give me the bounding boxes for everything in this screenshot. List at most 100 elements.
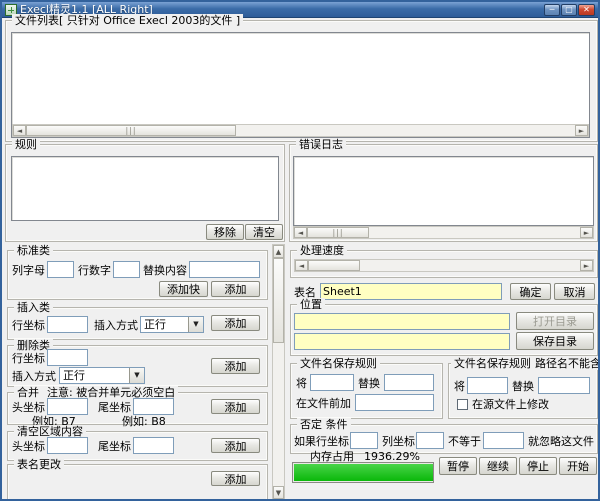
filename-rule-label: 文件名保存规则 — [297, 357, 380, 370]
left-panel-vscrollbar[interactable]: ▲ ▼ — [272, 244, 285, 500]
insert-mode-value: 正行 — [144, 318, 166, 332]
negative-condition-label: 否定 条件 — [297, 418, 351, 431]
delete-mode-select[interactable]: 正行 ▼ — [59, 367, 145, 384]
error-log-box[interactable] — [293, 156, 594, 226]
chevron-down-icon[interactable]: ▼ — [188, 317, 203, 332]
slider-thumb[interactable] — [308, 260, 360, 271]
rules-label: 规则 — [12, 138, 40, 151]
merge-tail-label: 尾坐标 — [98, 401, 131, 414]
open-dir-button[interactable]: 打开目录 — [516, 312, 594, 330]
app-window: Execl精灵1.1 [ALL Right] ─ ▢ ✕ 文件列表[ 只针对 O… — [0, 0, 600, 501]
col-coord-label: 列坐标 — [382, 435, 415, 448]
filename-replace-label: 替换 — [358, 377, 380, 390]
scroll-up-icon[interactable]: ▲ — [273, 245, 284, 258]
cancel-button[interactable]: 取消 — [554, 283, 595, 300]
not-equal-input[interactable] — [483, 432, 524, 449]
path-replace-label: 替换 — [512, 380, 534, 393]
minimize-icon[interactable]: ─ — [544, 4, 560, 16]
insert-add-button[interactable]: 添加 — [211, 315, 260, 331]
if-row-coord-label: 如果行坐标 — [294, 435, 349, 448]
replace-content-input[interactable] — [189, 261, 260, 278]
path-replace-input[interactable] — [538, 377, 590, 394]
not-equal-label: 不等于 — [448, 435, 481, 448]
save-dir-button[interactable]: 保存目录 — [516, 332, 594, 350]
scrollbar-thumb[interactable] — [273, 258, 284, 343]
delete-mode-value: 正行 — [63, 369, 85, 383]
scroll-down-icon[interactable]: ▼ — [273, 486, 284, 499]
scroll-right-icon[interactable]: ► — [580, 260, 593, 271]
error-log-hscrollbar[interactable]: ◄ ||| ► — [293, 226, 594, 239]
scrollbar-thumb[interactable]: ||| — [26, 125, 236, 136]
speed-slider[interactable]: ◄ ► — [294, 259, 594, 272]
speed-label: 处理速度 — [297, 244, 347, 257]
save-path-input[interactable] — [294, 333, 510, 350]
chevron-down-icon[interactable]: ▼ — [129, 368, 144, 383]
thumb-grip-icon: ||| — [332, 228, 343, 237]
modify-source-label: 在源文件上修改 — [472, 398, 549, 411]
clear-area-tail-input[interactable] — [133, 437, 174, 454]
close-icon[interactable]: ✕ — [578, 4, 595, 16]
delete-add-button[interactable]: 添加 — [211, 358, 260, 374]
file-list-box[interactable] — [11, 32, 590, 138]
path-from-label: 将 — [454, 380, 465, 393]
col-coord-input[interactable] — [416, 432, 444, 449]
merge-add-button[interactable]: 添加 — [211, 399, 260, 414]
error-log-label: 错误日志 — [296, 138, 346, 151]
clear-area-add-button[interactable]: 添加 — [211, 438, 260, 453]
open-path-input[interactable] — [294, 313, 510, 330]
scrollbar-thumb[interactable]: ||| — [307, 227, 369, 238]
path-rule-note: 路径名不能含有 — [535, 357, 600, 370]
clear-area-head-label: 头坐标 — [12, 440, 45, 453]
insert-label: 插入类 — [14, 301, 53, 314]
memory-progress-bar — [292, 462, 434, 483]
pause-button[interactable]: 暂停 — [439, 457, 477, 475]
start-button[interactable]: 开始 — [559, 457, 597, 475]
sheet-rename-add-button[interactable]: 添加 — [211, 471, 260, 486]
path-rule-label: 文件名保存规则 — [454, 357, 531, 370]
scroll-right-icon[interactable]: ► — [580, 227, 593, 238]
delete-row-coord-input[interactable] — [47, 349, 88, 366]
continue-button[interactable]: 继续 — [479, 457, 517, 475]
insert-mode-select[interactable]: 正行 ▼ — [140, 316, 204, 333]
scroll-left-icon[interactable]: ◄ — [294, 227, 307, 238]
if-row-coord-input[interactable] — [350, 432, 378, 449]
delete-row-coord-label: 行坐标 — [12, 352, 45, 365]
scroll-left-icon[interactable]: ◄ — [295, 260, 308, 271]
location-label: 位置 — [297, 298, 325, 311]
rules-remove-button[interactable]: 移除 — [206, 224, 244, 240]
path-from-input[interactable] — [467, 377, 508, 394]
scroll-right-icon[interactable]: ► — [575, 125, 588, 136]
merge-head-input[interactable] — [47, 398, 88, 415]
maximize-icon[interactable]: ▢ — [561, 4, 577, 16]
filename-replace-input[interactable] — [384, 374, 434, 391]
file-list-label: 文件列表[ 只针对 Office Execl 2003的文件 ] — [12, 14, 243, 27]
standard-add-button[interactable]: 添加 — [211, 281, 260, 297]
rules-clear-button[interactable]: 清空 — [245, 224, 283, 240]
insert-mode-label: 插入方式 — [94, 319, 138, 332]
delete-mode-label: 插入方式 — [12, 370, 56, 383]
clear-area-head-input[interactable] — [47, 437, 88, 454]
replace-content-label: 替换内容 — [143, 264, 187, 277]
modify-source-checkbox[interactable] — [457, 399, 468, 410]
clear-area-tail-label: 尾坐标 — [98, 440, 131, 453]
standard-add-quick-button[interactable]: 添加快 — [159, 281, 208, 297]
scroll-left-icon[interactable]: ◄ — [13, 125, 26, 136]
stop-button[interactable]: 停止 — [519, 457, 557, 475]
file-list-hscrollbar[interactable]: ◄ ||| ► — [12, 124, 589, 137]
ok-button[interactable]: 确定 — [510, 283, 551, 300]
progress-fill — [294, 464, 433, 481]
insert-row-coord-input[interactable] — [47, 316, 88, 333]
filename-prefix-input[interactable] — [355, 394, 434, 411]
row-number-input[interactable] — [113, 261, 140, 278]
merge-head-label: 头坐标 — [12, 401, 45, 414]
merge-tail-input[interactable] — [133, 398, 174, 415]
rules-list-box[interactable] — [11, 156, 279, 221]
merge-label: 合并 — [17, 386, 39, 399]
col-letter-input[interactable] — [47, 261, 74, 278]
filename-from-input[interactable] — [310, 374, 354, 391]
sheet-name-input[interactable] — [320, 283, 502, 300]
filename-prefix-label: 在文件前加 — [296, 397, 351, 410]
standard-label: 标准类 — [14, 244, 53, 257]
row-number-label: 行数字 — [78, 264, 111, 277]
col-letter-label: 列字母 — [12, 264, 45, 277]
